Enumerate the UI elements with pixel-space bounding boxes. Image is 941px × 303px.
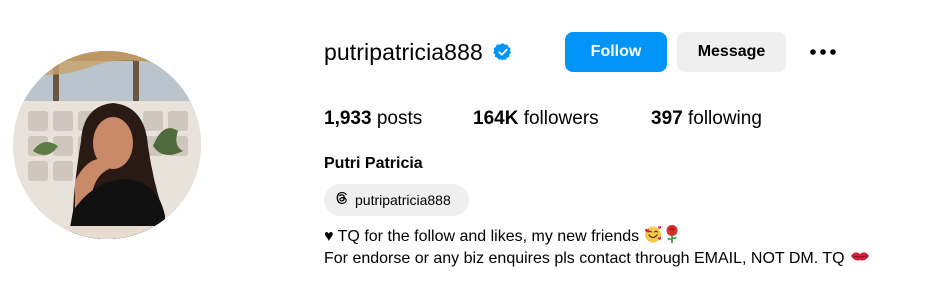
avatar[interactable] <box>13 51 201 239</box>
following-label: following <box>687 108 762 129</box>
profile-header: putripatricia888 Follow Message 1,933 po… <box>0 0 941 303</box>
rose-icon <box>664 224 680 251</box>
bio-line-2-text: For endorse or any biz enquires pls cont… <box>324 250 845 267</box>
bio-line-2: For endorse or any biz enquires pls cont… <box>324 248 871 270</box>
following-count: 397 <box>651 108 683 129</box>
verified-badge-icon <box>493 42 513 62</box>
username-row: putripatricia888 <box>324 32 513 72</box>
full-name: Putri Patricia <box>324 155 423 172</box>
threads-handle: putripatricia888 <box>355 192 451 208</box>
username[interactable]: putripatricia888 <box>324 39 483 66</box>
follow-button[interactable]: Follow <box>565 32 667 72</box>
bio-line-1: ♥ TQ for the follow and likes, my new fr… <box>324 224 871 251</box>
posts-count: 1,933 <box>324 108 372 129</box>
kiss-mark-icon <box>849 248 871 271</box>
avatar-photo <box>13 51 201 239</box>
threads-icon <box>334 190 350 211</box>
posts-label: posts <box>376 108 423 129</box>
more-options-icon[interactable] <box>806 38 840 66</box>
followers-count: 164K <box>473 108 519 129</box>
followers-stat[interactable]: 164K followers <box>473 108 599 130</box>
followers-label: followers <box>523 108 599 129</box>
following-stat[interactable]: 397 following <box>651 108 762 130</box>
bio-line-1-text: ♥ TQ for the follow and likes, my new fr… <box>324 228 640 245</box>
bio: ♥ TQ for the follow and likes, my new fr… <box>324 224 871 270</box>
message-button[interactable]: Message <box>677 32 786 72</box>
posts-stat: 1,933 posts <box>324 108 422 130</box>
threads-link[interactable]: putripatricia888 <box>324 184 469 216</box>
smiling-face-with-hearts-icon <box>643 224 663 251</box>
